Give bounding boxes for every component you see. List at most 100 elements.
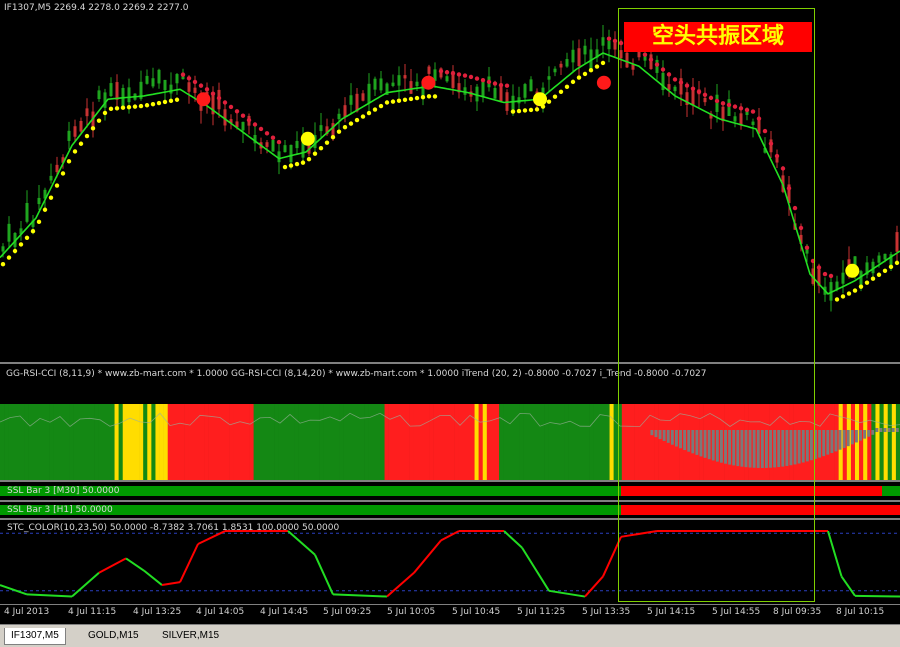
ssl-segment [621,505,900,515]
ind-bar [233,404,238,480]
time-tick: 5 Jul 09:25 [323,607,372,617]
candle-body [703,97,707,103]
ind-bar [110,404,115,480]
stc-segment [161,581,181,587]
ind-bar [69,404,74,480]
ind-bar [45,404,50,480]
stc-segment [143,569,163,586]
sar-dot [306,156,312,162]
sar-dot [192,79,198,85]
ind-bar [220,404,226,480]
itrend-bar [699,430,703,457]
sar-dot [336,129,342,134]
ind-bar [625,404,631,480]
candle-body [79,121,83,132]
candle-body [175,74,179,84]
tab-silver-m15[interactable]: SILVER,M15 [156,628,225,644]
zone-banner: 空头共振区域 [624,22,812,52]
itrend-bar [703,430,707,458]
ind-bar [499,404,504,480]
ind-bar [548,404,553,480]
candle-body [85,108,89,117]
candle-body [529,79,533,92]
stc-segment [287,530,316,556]
tab-if1307-m5[interactable]: IF1307,M5 [4,628,66,645]
stc-panel[interactable]: STC_COLOR(10,23,50) 50.0000 -8.7382 3.70… [0,520,900,604]
candle-body [409,81,413,94]
ind-bar [12,404,17,480]
ind-bar [302,404,308,480]
sar-dot [702,92,708,98]
ind-bar [32,404,38,480]
candle-body [319,125,323,132]
time-tick: 4 Jul 14:05 [196,607,245,617]
candle-body [67,130,71,141]
sar-dot [894,260,900,266]
ind-bar [306,404,312,480]
sar-dot [858,284,864,289]
itrend-bar [801,430,805,463]
price-chart[interactable] [0,0,900,362]
ind-bar [245,404,250,480]
itrend-bar [805,430,809,462]
itrend-bar [687,430,691,452]
sar-dot [468,74,474,80]
ind-bar [523,404,529,480]
candle-body [115,82,119,100]
sar-dot [420,95,426,100]
sar-dot [558,89,564,94]
candle-body [151,78,155,87]
sar-dot [546,99,552,104]
ind-bar [409,404,414,480]
ind-bar [544,404,549,480]
candle-body [667,84,671,90]
candle-body [553,68,557,73]
sar-dot [300,160,306,165]
itrend-bar [871,430,875,435]
itrend-bar [781,430,785,467]
ind-bar [310,404,316,480]
stc-segment [413,539,442,574]
candle-body [127,87,131,103]
itrend-bar [715,430,719,462]
time-tick: 5 Jul 10:45 [452,607,501,617]
itrend-bar [744,430,748,468]
ind-bar [450,404,455,480]
ind-bar [863,404,868,480]
ind-bar [216,404,222,480]
rsi-cci-panel[interactable]: GG-RSI-CCI (8,11,9) * www.zb-mart.com * … [0,364,900,480]
sar-dot [264,131,270,136]
ind-bar [163,404,169,480]
ind-bar [61,404,66,480]
sar-dot [654,62,660,67]
ind-bar [642,404,647,480]
sar-dot [108,106,114,112]
ind-bar [0,404,5,480]
ind-bar [261,404,267,480]
ind-bar [654,404,659,480]
ind-bar [323,404,328,480]
sar-dot [876,272,882,277]
candle-body [511,95,515,111]
sar-dot [372,107,378,112]
ind-bar [81,404,87,480]
sar-dot [642,52,648,57]
ind-bar [126,404,132,480]
ind-bar [49,404,54,480]
candle-body [37,197,41,205]
ind-bar [405,404,410,480]
rsi-cci-chart [0,404,900,480]
itrend-bar [826,430,830,455]
ssl-h1-panel[interactable]: SSL Bar 3 [H1] 50.0000 [0,502,900,518]
tab-gold-m15[interactable]: GOLD,M15 [82,628,145,644]
candle-body [769,139,773,153]
ind-bar [871,404,876,480]
price-panel[interactable]: IF1307,M5 2269.4 2278.0 2269.2 2277.0 [0,0,900,362]
sar-dot [174,97,180,102]
ind-bar [36,404,42,480]
sar-dot [780,166,786,171]
ind-bar [188,404,193,480]
sar-dot [36,219,42,225]
itrend-bar [654,430,658,438]
ssl-m30-panel[interactable]: SSL Bar 3 [M30] 50.0000 [0,482,900,500]
